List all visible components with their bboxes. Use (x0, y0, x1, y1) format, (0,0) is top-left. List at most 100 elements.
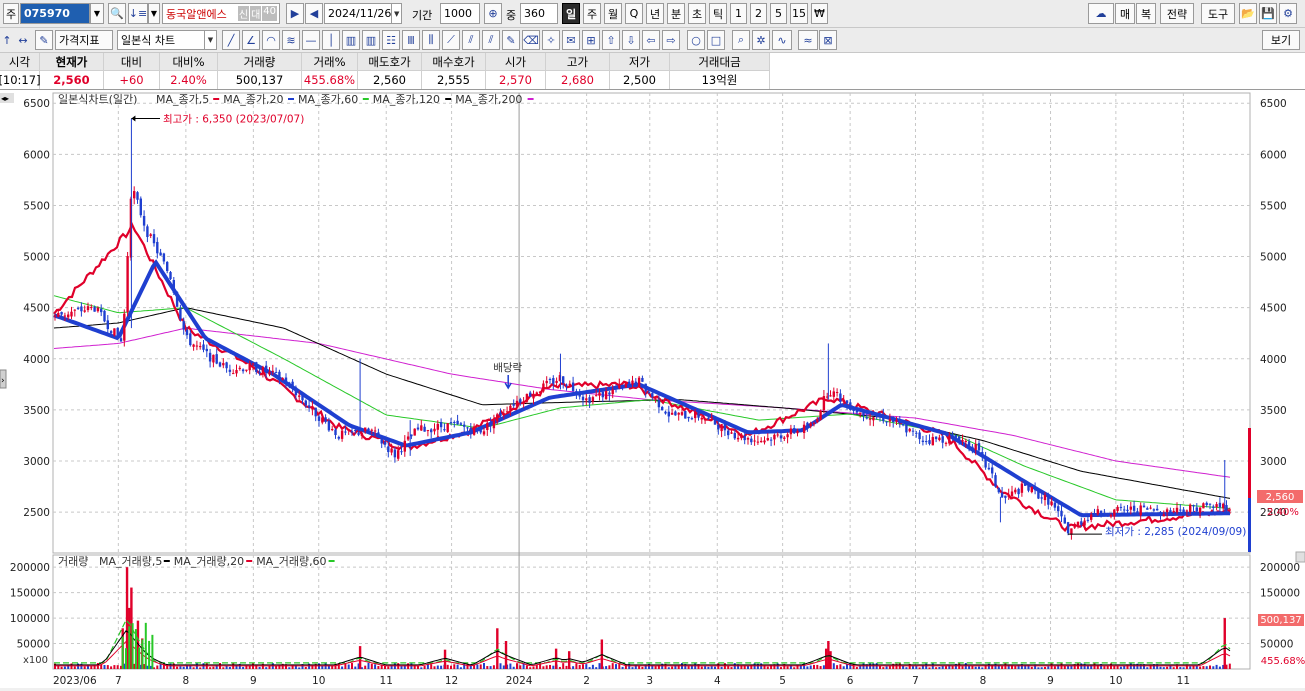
candle-body (717, 424, 720, 430)
settings-icon[interactable]: ⚙ (1279, 3, 1297, 24)
rate-badge: 40 (262, 6, 277, 21)
period-button-1[interactable]: 주 (583, 3, 601, 24)
lock-icon[interactable]: ⊕ (484, 3, 502, 24)
chart-type-select[interactable]: 일본식 차트 ▼ (117, 30, 217, 50)
period-button-0[interactable]: 일 (562, 3, 580, 24)
candle-body (73, 309, 76, 311)
save-icon[interactable]: 💾 (1259, 3, 1277, 24)
candle-body (1123, 509, 1126, 511)
volume-panel-collapse-icon[interactable] (1295, 551, 1305, 563)
menu-tools[interactable]: 도구 (1201, 3, 1235, 24)
menu-copy[interactable]: 복 (1136, 3, 1156, 24)
parallel-icon[interactable]: ⫽ (482, 30, 500, 50)
candle-body (1050, 501, 1053, 506)
trend-icon[interactable]: ⟋ (442, 30, 460, 50)
period-button-3[interactable]: Q (625, 3, 643, 24)
channel-icon[interactable]: ⫽ (462, 30, 480, 50)
volume-y-tick-right: 50000 (1260, 639, 1293, 651)
cycle-icon[interactable]: ⫼ (422, 30, 440, 50)
period-button-11[interactable]: 15 (790, 3, 808, 24)
overlap-input[interactable]: 360 (520, 3, 558, 24)
next-icon[interactable]: ▶ (286, 3, 304, 24)
folder-icon[interactable]: 📂 (1239, 3, 1257, 24)
chart-icon[interactable]: ⊞ (582, 30, 600, 50)
rect-icon[interactable]: □ (707, 30, 725, 50)
sort-icon[interactable]: ↓≡ (128, 3, 148, 24)
candle-body (535, 392, 538, 396)
candle-body (202, 344, 205, 350)
period-button-6[interactable]: 초 (688, 3, 706, 24)
right-arrow-icon[interactable]: ⇨ (662, 30, 680, 50)
candle-body (274, 372, 278, 374)
price-volume-chart[interactable]: 6500 65006000 60005500 55005000 50004500 4500… (0, 90, 1305, 688)
candle-body (1063, 517, 1066, 524)
crosshair-icon[interactable]: ✲ (752, 30, 770, 50)
candle-body (258, 371, 261, 374)
up-arrow-icon[interactable]: ⇧ (602, 30, 620, 50)
circle-icon[interactable]: ○ (687, 30, 705, 50)
candle-body (733, 432, 736, 439)
date-picker[interactable]: 2024/11/26 ▼ (324, 3, 402, 24)
prev-icon[interactable]: ◀ (305, 3, 323, 24)
candle-body (159, 252, 162, 256)
period-button-5[interactable]: 분 (667, 3, 685, 24)
left-arrow-icon[interactable]: ⇦ (642, 30, 660, 50)
vline-icon[interactable]: │ (322, 30, 340, 50)
period-button-8[interactable]: 1 (730, 3, 747, 24)
close-box-icon[interactable]: ⊠ (819, 30, 837, 50)
period-button-9[interactable]: 2 (750, 3, 767, 24)
candle-body (463, 424, 466, 427)
price-y-tick-right: 3500 (1260, 405, 1287, 417)
period-button-4[interactable]: 년 (646, 3, 664, 24)
period-button-12[interactable]: ₩ (811, 3, 828, 24)
candle-body (156, 241, 159, 254)
mark-icon[interactable]: ✧ (542, 30, 560, 50)
split-icon[interactable]: ↔ (14, 30, 32, 50)
view-button[interactable]: 보기 (1262, 30, 1300, 50)
table-icon[interactable]: ☷ (382, 30, 400, 50)
arc-icon[interactable]: ◠ (262, 30, 280, 50)
hline-icon[interactable]: — (302, 30, 320, 50)
market-label[interactable]: 주 (3, 3, 19, 24)
bars-icon[interactable]: ▥ (342, 30, 360, 50)
candle-body (730, 432, 733, 434)
search-icon[interactable]: 🔍 (108, 3, 126, 24)
candle-body (522, 402, 525, 405)
period-button-2[interactable]: 월 (604, 3, 622, 24)
stock-code-input[interactable]: 075970 (20, 3, 90, 24)
fan-icon[interactable]: ≋ (282, 30, 300, 50)
candle-body (651, 393, 654, 397)
candle-body (618, 384, 621, 389)
edit-icon[interactable]: ✎ (35, 30, 53, 50)
candle-body (882, 414, 885, 422)
sort-dropdown-button[interactable]: ▼ (148, 3, 160, 24)
pencil-icon[interactable]: ✎ (502, 30, 520, 50)
wave-icon[interactable]: ∿ (772, 30, 792, 50)
credit-badge: 신 (237, 6, 250, 21)
grid-bars-icon[interactable]: ▥ (362, 30, 380, 50)
period-button-7[interactable]: 틱 (709, 3, 727, 24)
period-button-10[interactable]: 5 (770, 3, 787, 24)
stock-code-dropdown-button[interactable]: ▼ (90, 3, 104, 24)
cloud-icon[interactable]: ☁ (1088, 3, 1114, 24)
period-input[interactable]: 1000 (440, 3, 480, 24)
candle-body (1086, 519, 1090, 521)
fib-icon[interactable]: Ⅲ (402, 30, 420, 50)
wave2-icon[interactable]: ≈ (798, 30, 818, 50)
volume-bar (1179, 667, 1182, 669)
volume-bar (591, 664, 594, 669)
volume-bar (370, 663, 373, 669)
angle-icon[interactable]: ∠ (242, 30, 260, 50)
stock-name-field[interactable]: 동국알앤에스 신 대 40 (162, 3, 280, 24)
candle-body (96, 307, 100, 312)
eraser-icon[interactable]: ⌫ (522, 30, 540, 50)
line-icon[interactable]: ╱ (222, 30, 240, 50)
note-icon[interactable]: ✉ (562, 30, 580, 50)
volume-cluster-bar (148, 640, 151, 669)
zoom-icon[interactable]: ⌕ (732, 30, 750, 50)
indicator-select[interactable]: 가격지표 (55, 30, 113, 50)
menu-strategy[interactable]: 전략 (1160, 3, 1194, 24)
menu-buy[interactable]: 매 (1115, 3, 1135, 24)
move-up-icon[interactable]: ↑ (1, 30, 13, 50)
down-arrow-icon[interactable]: ⇩ (622, 30, 640, 50)
